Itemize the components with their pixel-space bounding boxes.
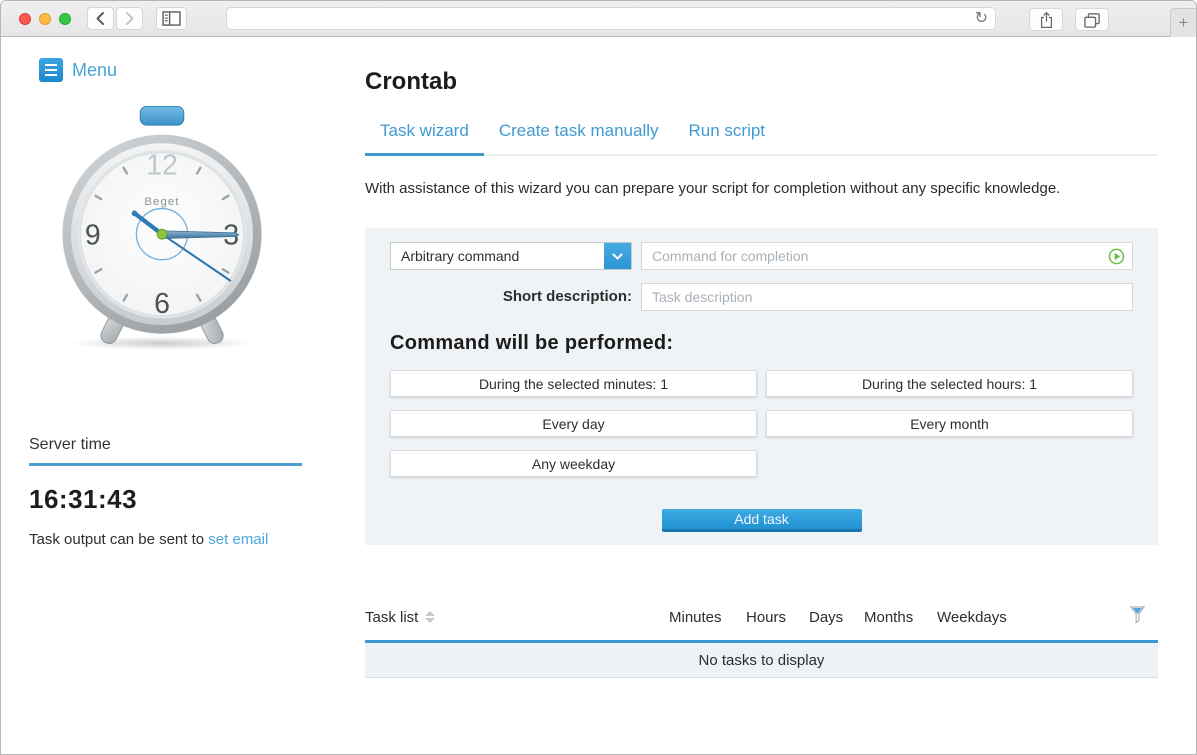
wizard-description: With assistance of this wizard you can p… bbox=[365, 180, 1158, 197]
browser-window: ↻ + Menu bbox=[0, 0, 1197, 755]
back-button[interactable] bbox=[87, 7, 114, 30]
new-tab-button[interactable]: + bbox=[1170, 8, 1196, 37]
column-months: Months bbox=[864, 609, 917, 626]
tab-create-task-manually[interactable]: Create task manually bbox=[484, 121, 674, 156]
sidebar-toggle-button[interactable] bbox=[156, 7, 187, 30]
chevron-left-icon bbox=[94, 11, 107, 26]
sort-icon bbox=[425, 611, 435, 623]
short-description-label: Short description: bbox=[390, 283, 632, 311]
traffic-lights bbox=[19, 13, 71, 25]
command-type-value: Arbitrary command bbox=[391, 248, 604, 264]
server-time-label: Server time bbox=[29, 436, 302, 466]
browser-toolbar: ↻ + bbox=[1, 1, 1196, 37]
clock-numeral-9: 9 bbox=[85, 220, 101, 252]
column-hours: Hours bbox=[746, 609, 789, 626]
task-description-input[interactable] bbox=[641, 283, 1133, 311]
nav-buttons bbox=[87, 7, 143, 30]
clock-numeral-12: 12 bbox=[146, 149, 178, 181]
toolbar-right-buttons bbox=[1029, 8, 1109, 31]
table-header: Task list Minutes Hours Days Months Week… bbox=[365, 605, 1158, 643]
column-weekdays: Weekdays bbox=[937, 609, 1005, 626]
hamburger-icon bbox=[39, 58, 63, 82]
command-input[interactable] bbox=[641, 242, 1133, 270]
sidebar: Menu bbox=[1, 37, 365, 754]
days-schedule-button[interactable]: Every day bbox=[390, 410, 757, 437]
address-input[interactable] bbox=[234, 11, 975, 26]
task-output-text: Task output can be sent to bbox=[29, 531, 204, 548]
close-window-button[interactable] bbox=[19, 13, 31, 25]
chevron-right-icon bbox=[123, 11, 136, 26]
tab-task-wizard[interactable]: Task wizard bbox=[365, 121, 484, 156]
column-minutes: Minutes bbox=[669, 609, 726, 626]
zoom-window-button[interactable] bbox=[59, 13, 71, 25]
task-list-title: Task list bbox=[365, 609, 418, 626]
tab-run-script[interactable]: Run script bbox=[674, 121, 781, 156]
column-days: Days bbox=[809, 609, 844, 626]
task-list-table: Task list Minutes Hours Days Months Week… bbox=[365, 605, 1158, 678]
page-title: Crontab bbox=[365, 68, 1158, 96]
beget-clock-image: 12 3 6 9 Beget bbox=[53, 106, 271, 356]
task-list-sort-header[interactable]: Task list bbox=[365, 609, 669, 626]
add-task-button[interactable]: Add task bbox=[662, 509, 862, 532]
table-columns: Minutes Hours Days Months Weekdays bbox=[669, 609, 1005, 626]
minutes-schedule-button[interactable]: During the selected minutes: 1 bbox=[390, 370, 757, 397]
sidebar-icon bbox=[162, 11, 181, 26]
chevron-down-icon bbox=[604, 243, 631, 269]
tabs-icon bbox=[1083, 12, 1101, 28]
filter-button[interactable] bbox=[1129, 605, 1146, 629]
months-schedule-button[interactable]: Every month bbox=[766, 410, 1133, 437]
app-content: Menu bbox=[1, 37, 1196, 754]
empty-table-text: No tasks to display bbox=[699, 652, 825, 669]
run-command-icon[interactable] bbox=[1108, 248, 1125, 265]
server-time-value: 16:31:43 bbox=[29, 484, 302, 515]
tabs-overview-button[interactable] bbox=[1075, 8, 1109, 31]
task-wizard-panel: Arbitrary command bbox=[365, 228, 1158, 545]
address-bar[interactable]: ↻ bbox=[226, 7, 996, 30]
minimize-window-button[interactable] bbox=[39, 13, 51, 25]
weekdays-schedule-button[interactable]: Any weekday bbox=[390, 450, 757, 477]
empty-table-row: No tasks to display bbox=[365, 643, 1158, 678]
hours-schedule-button[interactable]: During the selected hours: 1 bbox=[766, 370, 1133, 397]
menu-label: Menu bbox=[72, 60, 117, 81]
server-time-section: Server time 16:31:43 Task output can be … bbox=[29, 436, 302, 548]
command-type-select[interactable]: Arbitrary command bbox=[390, 242, 632, 270]
main-content: Crontab Task wizard Create task manually… bbox=[365, 37, 1196, 754]
refresh-icon[interactable]: ↻ bbox=[975, 11, 988, 27]
forward-button[interactable] bbox=[116, 7, 143, 30]
schedule-heading: Command will be performed: bbox=[390, 332, 1133, 355]
filter-icon bbox=[1129, 605, 1146, 624]
clock-brand-label: Beget bbox=[144, 196, 179, 208]
share-icon bbox=[1039, 11, 1054, 29]
share-button[interactable] bbox=[1029, 8, 1063, 31]
clock-numeral-6: 6 bbox=[154, 288, 170, 320]
set-email-link[interactable]: set email bbox=[208, 531, 268, 548]
tab-bar: Task wizard Create task manually Run scr… bbox=[365, 121, 1158, 156]
schedule-buttons: During the selected minutes: 1 During th… bbox=[390, 370, 1133, 477]
menu-button[interactable]: Menu bbox=[39, 58, 149, 82]
